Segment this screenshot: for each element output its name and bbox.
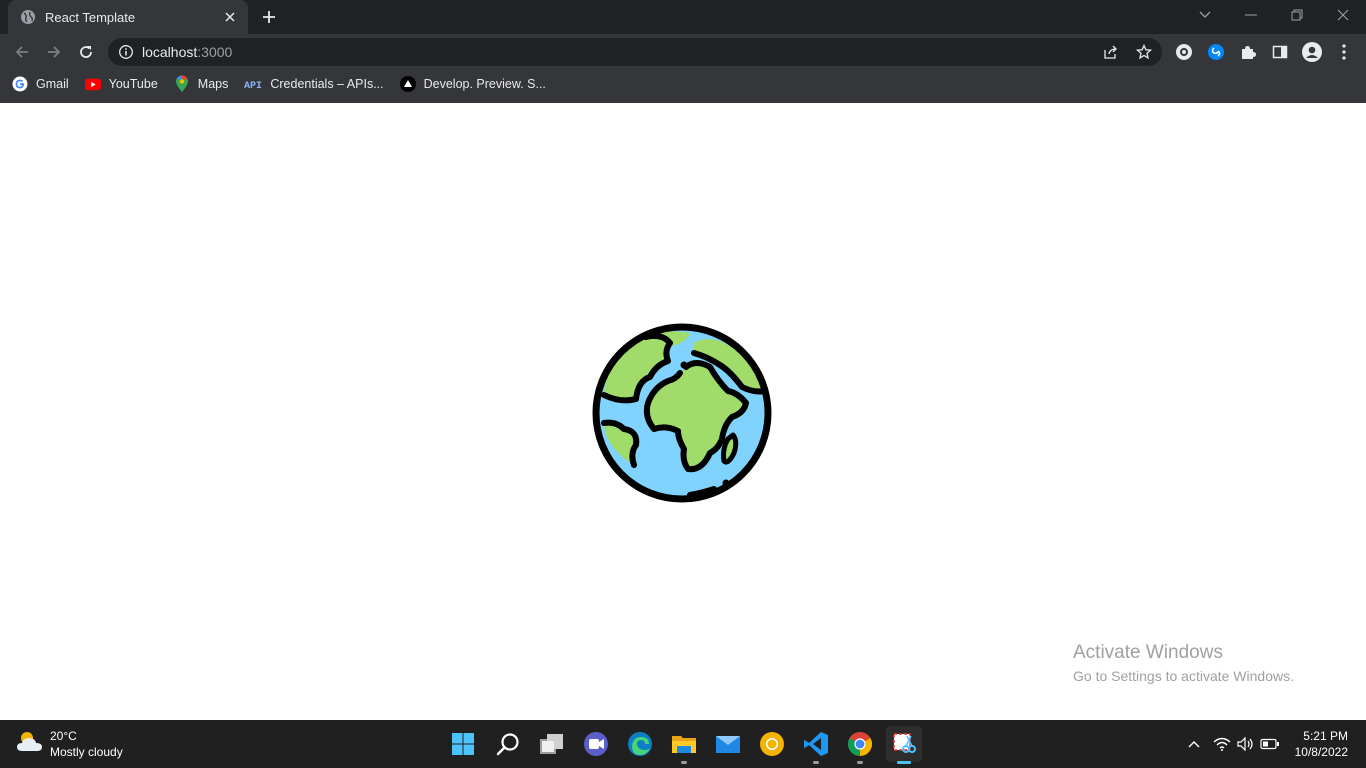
running-indicator [813,761,819,764]
profile-avatar-icon[interactable] [1302,42,1322,62]
bookmark-label: Maps [197,77,229,91]
close-window-button[interactable] [1320,0,1366,30]
show-hidden-icons-icon[interactable] [1184,734,1204,754]
chrome-canary-button[interactable] [754,726,790,762]
snipping-tool-icon [893,733,916,753]
tab-strip: React Template [0,0,1366,34]
battery-icon[interactable] [1260,734,1280,754]
vscode-button[interactable] [798,726,834,764]
start-icon [452,733,474,755]
bookmarks-bar: Gmail YouTube Maps API Credentials – API… [0,70,1366,98]
bookmark-gmail[interactable]: Gmail [12,76,69,92]
file-explorer-icon [672,736,696,753]
active-indicator [897,761,911,764]
watermark-subtitle: Go to Settings to activate Windows. [1073,668,1294,684]
bookmark-vercel[interactable]: Develop. Preview. S... [399,76,546,92]
bookmark-credentials-apis[interactable]: API Credentials – APIs... [244,76,383,92]
url-port: :3000 [197,44,233,60]
bookmark-label: Gmail [36,77,69,91]
url-text: localhost:3000 [142,44,232,60]
youtube-icon [84,76,101,92]
teams-chat-icon [584,732,608,756]
watermark-title: Activate Windows [1073,642,1223,663]
tab-title: React Template [45,9,136,25]
address-bar[interactable]: localhost:3000 [108,38,1162,66]
maps-pin-icon [174,75,190,92]
minimize-button[interactable] [1228,0,1274,30]
search-icon [496,733,519,756]
site-info-icon[interactable] [118,44,134,60]
search-button[interactable] [490,726,526,762]
mail-icon [716,736,740,753]
weather-widget[interactable]: 20°C Mostly cloudy [16,728,123,760]
earth-globe-icon [590,321,774,505]
api-icon: API [244,76,262,92]
bookmark-youtube[interactable]: YouTube [84,76,158,92]
restore-button[interactable] [1274,0,1320,30]
chrome-button[interactable] [842,726,878,764]
running-indicator [681,761,687,764]
tab-search-icon[interactable] [1182,0,1228,30]
bookmark-label: Credentials – APIs... [270,77,384,91]
extension-chromium-icon[interactable] [1174,42,1194,62]
bookmark-star-icon[interactable] [1136,44,1152,60]
snipping-tool-button[interactable] [886,726,922,764]
running-indicator [857,761,863,764]
google-icon [12,76,28,92]
edge-button[interactable] [622,726,658,762]
vercel-triangle-icon [399,76,416,92]
chrome-icon [847,732,873,756]
reload-button[interactable] [72,38,100,66]
bookmark-label: Develop. Preview. S... [423,77,546,91]
vscode-icon [804,732,828,756]
tab-react-template[interactable]: React Template [8,0,248,34]
cloudy-weather-icon [16,729,44,760]
bookmark-maps[interactable]: Maps [174,75,229,92]
new-tab-button[interactable] [259,7,279,27]
weather-condition: Mostly cloudy [50,745,123,759]
shazam-extension-icon[interactable] [1206,42,1226,62]
browser-chrome: React Template localhost:3000 Gmail YouT… [0,0,1366,103]
weather-text: 20°C Mostly cloudy [50,728,123,760]
extensions-puzzle-icon[interactable] [1238,42,1258,62]
menu-kebab-icon[interactable] [1334,42,1354,62]
globe-favicon-icon [20,9,36,25]
file-explorer-button[interactable] [666,726,702,764]
close-tab-icon[interactable] [222,9,238,25]
forward-button[interactable] [40,38,68,66]
edge-icon [628,732,652,756]
wifi-icon[interactable] [1212,734,1232,754]
chrome-canary-icon [760,732,784,756]
bookmark-label: YouTube [108,77,158,91]
teams-chat-button[interactable] [578,726,614,762]
svg-text:API: API [244,81,262,90]
volume-icon[interactable] [1236,734,1256,754]
page-content: Activate Windows Go to Settings to activ… [0,103,1366,720]
taskbar-clock[interactable]: 5:21 PM 10/8/2022 [1290,728,1348,760]
start-button[interactable] [445,726,481,762]
task-view-icon [540,734,563,754]
mail-button[interactable] [710,726,746,762]
back-button[interactable] [8,38,36,66]
activate-windows-watermark: Activate Windows Go to Settings to activ… [1073,642,1294,684]
clock-time: 5:21 PM [1303,729,1348,743]
toolbar: localhost:3000 [0,34,1366,70]
share-icon[interactable] [1103,44,1119,60]
side-panel-icon[interactable] [1270,42,1290,62]
windows-taskbar: 20°C Mostly cloudy 5:21 PM 10/8/2022 [0,720,1366,768]
clock-date: 10/8/2022 [1294,745,1348,759]
url-host: localhost [142,44,198,60]
task-view-button[interactable] [534,726,570,762]
weather-temp: 20°C [50,729,77,743]
